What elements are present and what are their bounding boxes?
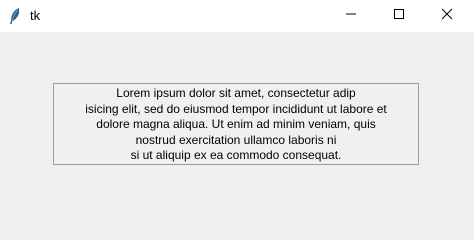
message-widget: Lorem ipsum dolor sit amet, consectetur … [53, 83, 419, 165]
close-button[interactable] [424, 0, 470, 32]
close-icon [441, 7, 453, 25]
minimize-button[interactable] [328, 0, 374, 32]
window-content: Lorem ipsum dolor sit amet, consectetur … [0, 32, 474, 220]
maximize-icon [393, 7, 405, 25]
message-text: Lorem ipsum dolor sit amet, consectetur … [85, 86, 387, 162]
title-bar[interactable]: tk [0, 0, 474, 32]
window-title: tk [30, 8, 41, 23]
app-window: tk Lorem ipsum dolor sit amet, consectet… [0, 0, 474, 220]
maximize-button[interactable] [376, 0, 422, 32]
minimize-icon [345, 7, 357, 25]
feather-icon [8, 7, 22, 25]
